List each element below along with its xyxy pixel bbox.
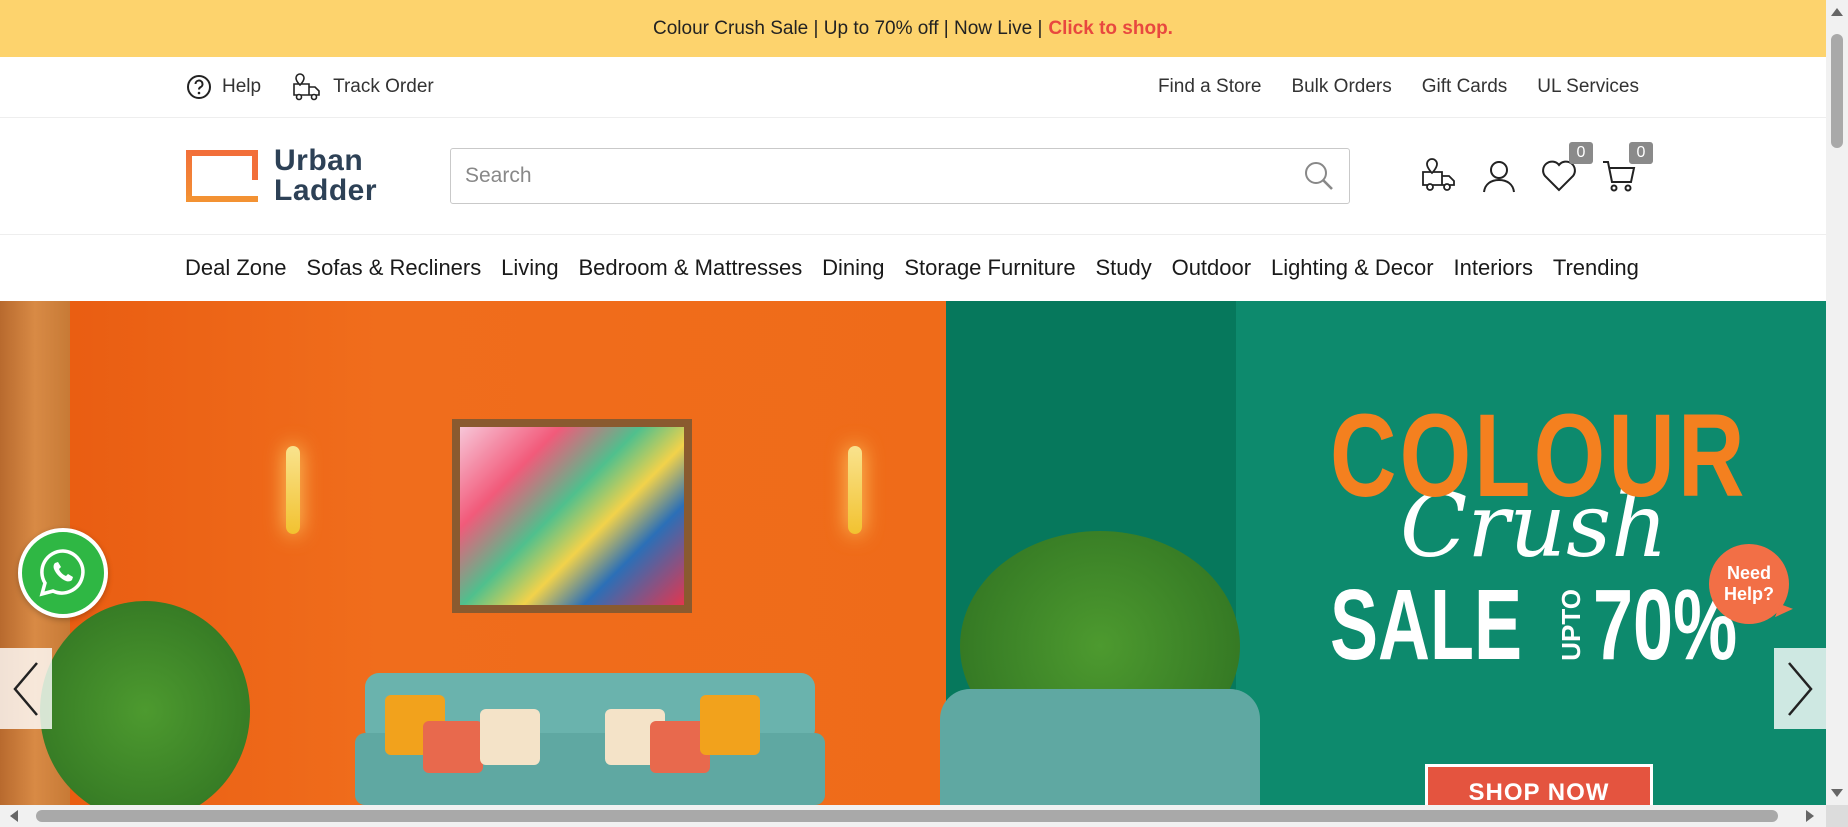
carousel-prev-button[interactable] (0, 648, 52, 729)
delivery-location-button[interactable] (1419, 156, 1459, 196)
find-store-link[interactable]: Find a Store (1158, 76, 1262, 98)
scroll-up-arrow[interactable] (1831, 8, 1843, 16)
hero-upto: UPTO (1556, 589, 1586, 661)
search-input[interactable] (465, 164, 1303, 188)
carousel-next-button[interactable] (1774, 648, 1826, 729)
gift-cards-link[interactable]: Gift Cards (1422, 76, 1508, 98)
vertical-scrollbar[interactable] (1826, 0, 1848, 805)
track-order-link[interactable]: Track Order (291, 72, 434, 102)
need-help-chat-button[interactable]: Need Help? (1709, 544, 1789, 624)
nav-outdoor[interactable]: Outdoor (1172, 255, 1252, 281)
help-icon (187, 75, 211, 99)
utility-right: Find a Store Bulk Orders Gift Cards UL S… (1128, 76, 1639, 98)
hero-sale-word: SALE (1330, 569, 1523, 681)
hero-scene-orange (0, 301, 946, 805)
category-nav: Deal Zone Sofas & Recliners Living Bedro… (0, 235, 1826, 300)
nav-bedroom-mattresses[interactable]: Bedroom & Mattresses (578, 255, 802, 281)
nav-deal-zone[interactable]: Deal Zone (185, 255, 287, 281)
cart-count-badge: 0 (1629, 142, 1653, 164)
search-icon[interactable] (1303, 160, 1335, 192)
main-header: Urban Ladder 0 0 (0, 118, 1826, 235)
vertical-scroll-thumb[interactable] (1831, 34, 1843, 148)
urban-ladder-logo[interactable]: Urban Ladder (186, 146, 450, 206)
horizontal-scroll-thumb[interactable] (36, 810, 1778, 822)
hero-promo-text: COLOUR Crush SALE UPTO 70% (1330, 390, 1750, 675)
heart-icon (1542, 160, 1576, 192)
bulk-orders-link[interactable]: Bulk Orders (1291, 76, 1391, 98)
scrollbar-corner (1826, 805, 1848, 827)
wall-painting (452, 419, 692, 613)
track-order-label: Track Order (333, 76, 434, 97)
wall-sconce-right (848, 446, 862, 534)
shop-now-button[interactable]: SHOP NOW (1425, 764, 1653, 805)
nav-sofas-recliners[interactable]: Sofas & Recliners (306, 255, 481, 281)
page: Colour Crush Sale | Up to 70% off | Now … (0, 0, 1826, 805)
help-link[interactable]: Help (186, 74, 261, 100)
help-label: Help (222, 76, 262, 97)
search-bar (450, 148, 1350, 204)
hero-title: COLOUR (1330, 390, 1748, 522)
cart-button[interactable]: 0 (1599, 142, 1653, 196)
nav-study[interactable]: Study (1095, 255, 1151, 281)
header-actions: 0 0 (1397, 142, 1653, 196)
chevron-right-icon (1788, 661, 1813, 716)
promo-text: Colour Crush Sale | Up to 70% off | Now … (653, 17, 1043, 39)
sofa-image (355, 673, 825, 805)
nav-dining[interactable]: Dining (822, 255, 884, 281)
logo-text: Urban Ladder (274, 144, 378, 207)
chevron-left-icon (13, 661, 38, 716)
plant-left (40, 601, 250, 805)
account-button[interactable] (1479, 156, 1519, 196)
nav-interiors[interactable]: Interiors (1453, 255, 1532, 281)
armchair-image (940, 689, 1260, 805)
whatsapp-button[interactable] (18, 528, 108, 618)
whatsapp-icon (39, 549, 85, 597)
scroll-left-arrow[interactable] (10, 810, 18, 822)
need-help-label: Need Help? (1723, 563, 1774, 604)
promo-banner[interactable]: Colour Crush Sale | Up to 70% off | Now … (0, 0, 1826, 57)
nav-storage-furniture[interactable]: Storage Furniture (904, 255, 1075, 281)
truck-location-icon (293, 73, 320, 101)
nav-trending[interactable]: Trending (1553, 255, 1639, 281)
horizontal-scrollbar[interactable] (0, 805, 1826, 827)
truck-location-icon (1422, 158, 1455, 191)
nav-lighting-decor[interactable]: Lighting & Decor (1271, 255, 1434, 281)
ul-services-link[interactable]: UL Services (1537, 76, 1639, 98)
scroll-down-arrow[interactable] (1831, 789, 1843, 797)
user-icon (1483, 161, 1515, 193)
promo-cta-link[interactable]: Click to shop. (1048, 18, 1173, 40)
logo-mark (186, 150, 258, 202)
wishlist-button[interactable]: 0 (1539, 142, 1593, 196)
scroll-right-arrow[interactable] (1806, 810, 1814, 822)
hero-carousel[interactable]: COLOUR Crush SALE UPTO 70% SHOP NOW (0, 301, 1826, 805)
wishlist-count-badge: 0 (1569, 142, 1593, 164)
utility-bar: Help Track Order Find a Store Bulk Order… (0, 57, 1826, 118)
wall-sconce-left (286, 446, 300, 534)
utility-left: Help Track Order (186, 72, 464, 102)
hero-sale-line: SALE UPTO 70% (1330, 575, 1750, 675)
nav-living[interactable]: Living (501, 255, 558, 281)
